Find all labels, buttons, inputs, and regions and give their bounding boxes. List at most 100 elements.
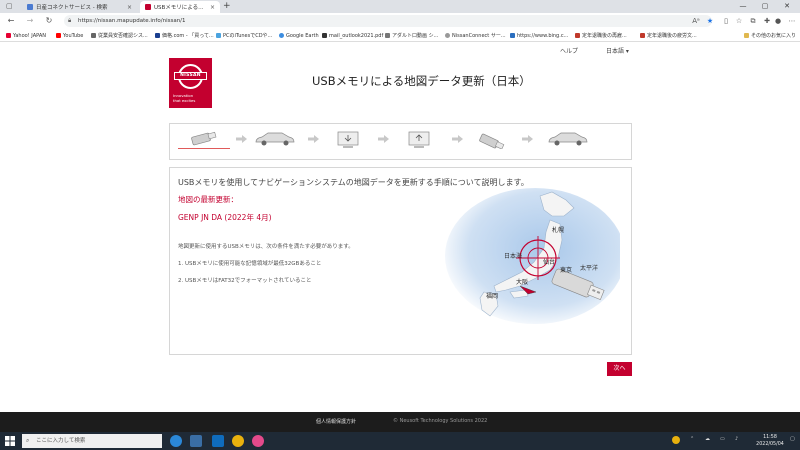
split-screen-icon[interactable]: ▯	[720, 15, 732, 27]
close-tab-icon[interactable]: ×	[210, 4, 215, 11]
japan-map-illustration: 札幌 仙台 東京 大阪 福岡 日本海 太平洋	[445, 188, 620, 324]
bookmark-label: YouTube	[63, 32, 84, 39]
bookmark-item[interactable]: 定年退職後の再雇...	[575, 31, 627, 40]
url-text: https://nissan.mapupdate.info/nissan/1	[78, 18, 186, 24]
browser-tab-mapupdate[interactable]: USBメモリによる地図データ更新（日… ×	[140, 1, 220, 13]
tab-title: USBメモリによる地図データ更新（日…	[154, 5, 207, 11]
clock-date: 2022/05/04	[756, 442, 784, 447]
read-aloud-icon[interactable]: Aᵃ	[690, 15, 702, 27]
nav-screen-download-icon	[337, 131, 359, 148]
requirement-item: 2. USBメモリはFAT32でフォーマットされていること	[178, 278, 312, 284]
bookmark-item[interactable]: 定年退職後の疲労文...	[640, 31, 697, 40]
bookmark-item[interactable]: アダルト口動画 シ...	[385, 31, 438, 40]
nissan-favicon-icon	[145, 4, 151, 10]
other-favorites-folder[interactable]: その他のお気に入り	[744, 31, 796, 40]
next-button[interactable]: 次へ	[607, 362, 632, 376]
active-step-underline	[178, 148, 230, 149]
more-menu-icon[interactable]: ⋯	[786, 15, 798, 27]
document-icon	[91, 33, 96, 38]
new-tab-button[interactable]: +	[223, 1, 231, 12]
bookmark-item[interactable]: Google Earth	[279, 31, 319, 40]
usb-stick-icon	[479, 133, 505, 149]
bookmark-item[interactable]: https://www.bing.c...	[510, 31, 568, 40]
arrow-right-icon	[378, 135, 389, 143]
bookmark-item[interactable]: PCのiTunesでCDや...	[216, 31, 272, 40]
bookmark-item[interactable]: 従業員安否確認シス...	[91, 31, 148, 40]
windows-taskbar: ⌕ ここに入力して検索 ⌃ ☁ ▭ ♪ 11:58 2022/05/04 ▢	[0, 432, 800, 450]
nav-screen-upload-icon	[408, 131, 430, 148]
address-bar[interactable]: 🔒︎ https://nissan.mapupdate.info/nissan/…	[64, 15, 712, 27]
chrome-icon[interactable]	[232, 435, 244, 447]
browser-toolbar: ← → ↻ 🔒︎ https://nissan.mapupdate.info/n…	[0, 13, 800, 29]
arrow-right-icon	[308, 135, 319, 143]
favorite-star-icon[interactable]: ★	[704, 15, 716, 27]
bookmark-label: Google Earth	[286, 32, 319, 39]
lock-icon: 🔒︎	[68, 17, 72, 24]
close-tab-icon[interactable]: ×	[127, 4, 132, 11]
requirements-intro: 地図更新に使用するUSBメモリは、次の条件を満たす必要があります。	[178, 244, 354, 250]
notification-icon[interactable]: ▢	[790, 436, 795, 442]
help-link[interactable]: ヘルプ	[560, 46, 578, 55]
browser-tab-search[interactable]: 日産コネクトサービス - 検索 ×	[22, 1, 137, 13]
bookmark-label: 従業員安否確認シス...	[98, 33, 148, 39]
windows-start-icon[interactable]	[5, 436, 15, 446]
browser-tab-bar: ▢ 日産コネクトサービス - 検索 × USBメモリによる地図データ更新（日… …	[0, 0, 800, 13]
bookmark-item[interactable]: Yahoo! JAPAN	[6, 31, 46, 40]
weather-icon[interactable]	[672, 436, 680, 444]
minimize-icon[interactable]: —	[732, 0, 754, 13]
kakaku-icon	[155, 33, 160, 38]
logo-tagline-line-2: that excites	[173, 98, 196, 103]
tab-actions-icon[interactable]: ▢	[6, 2, 16, 11]
refresh-icon[interactable]: ↻	[43, 15, 55, 27]
network-icon[interactable]: ▭	[720, 436, 725, 442]
search-placeholder: ここに入力して検索	[36, 438, 86, 444]
bookmark-item[interactable]: 価格.com - 「買って...	[155, 31, 214, 40]
bookmark-item[interactable]: YouTube	[56, 31, 83, 40]
outlook-icon[interactable]	[212, 435, 224, 447]
article-icon	[640, 33, 645, 38]
content-panel: USBメモリを使用してナビゲーションシステムの地図データを更新する手順について説…	[169, 167, 632, 355]
logo-tagline: Innovation that excites	[173, 93, 195, 103]
itunes-icon[interactable]	[252, 435, 264, 447]
google-earth-icon	[279, 33, 284, 38]
pdf-icon	[322, 33, 327, 38]
back-arrow-icon[interactable]: ←	[5, 15, 17, 27]
web-page: ヘルプ 日本語 ▾ NISSAN Innovation that excites…	[0, 43, 800, 412]
bookmark-label: Yahoo! JAPAN	[13, 32, 46, 39]
cloud-icon[interactable]: ☁	[705, 436, 710, 442]
maximize-icon[interactable]: ▢	[754, 0, 776, 13]
map-version: GENP JN DA (2022年 4月)	[178, 213, 272, 222]
folder-icon	[744, 33, 749, 38]
map-label-osaka: 大阪	[516, 278, 528, 286]
clock-time: 11:58	[763, 435, 777, 440]
latest-update-label: 地図の最新更新：	[178, 195, 238, 204]
edge-icon[interactable]	[170, 435, 182, 447]
forward-arrow-icon[interactable]: →	[24, 15, 36, 27]
profile-avatar-icon[interactable]: ●	[772, 15, 784, 27]
nissan-logo: NISSAN Innovation that excites	[169, 58, 212, 108]
bookmark-label: PCのiTunesでCDや...	[223, 33, 273, 39]
language-selector[interactable]: 日本語 ▾	[606, 46, 629, 55]
taskbar-clock[interactable]: 11:58 2022/05/04	[752, 434, 788, 448]
bookmark-item[interactable]: mail_outlook2021.pdf	[322, 31, 383, 40]
requirement-item: 1. USBメモリに使用可能な記憶領域が最低32GBあること	[178, 261, 322, 267]
bing-icon	[510, 33, 515, 38]
volume-icon[interactable]: ♪	[735, 436, 738, 442]
search-icon: ⌕	[26, 437, 30, 444]
sea-area	[445, 188, 620, 324]
car-icon	[548, 132, 588, 146]
collections-icon[interactable]: ⧉	[747, 15, 759, 27]
bookmark-label: NissanConnect サー...	[452, 33, 506, 39]
favorites-icon[interactable]: ☆	[733, 15, 745, 27]
taskbar-search-box[interactable]: ⌕ ここに入力して検索	[22, 434, 162, 448]
bookmark-item[interactable]: NissanConnect サー...	[445, 31, 506, 40]
chevron-up-icon[interactable]: ⌃	[690, 436, 694, 442]
bookmark-favicon-icon	[6, 33, 11, 38]
map-label-sea-of-japan: 日本海	[504, 252, 522, 260]
close-window-icon[interactable]: ✕	[776, 0, 798, 13]
arrow-right-icon	[452, 135, 463, 143]
privacy-policy-link[interactable]: 個人情報保護方針	[316, 418, 356, 425]
bookmark-label: mail_outlook2021.pdf	[329, 32, 384, 39]
task-view-icon[interactable]	[190, 435, 202, 447]
search-favicon-icon	[27, 4, 33, 10]
